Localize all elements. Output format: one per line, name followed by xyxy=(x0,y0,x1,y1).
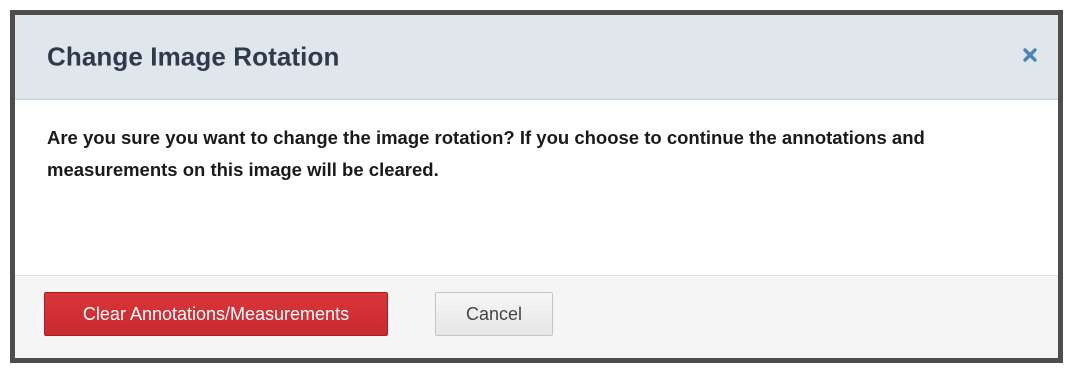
dialog-title: Change Image Rotation xyxy=(47,41,340,72)
page-backdrop: Change Image Rotation Are you sure you w… xyxy=(0,0,1075,373)
dialog-body: Are you sure you want to change the imag… xyxy=(15,100,1058,276)
dialog-header: Change Image Rotation xyxy=(15,15,1058,100)
dialog-footer: Clear Annotations/Measurements Cancel xyxy=(15,276,1058,358)
close-icon xyxy=(1022,47,1038,68)
clear-annotations-button[interactable]: Clear Annotations/Measurements xyxy=(44,292,388,336)
cancel-button[interactable]: Cancel xyxy=(435,292,553,336)
close-button[interactable] xyxy=(1016,43,1044,71)
dialog-message: Are you sure you want to change the imag… xyxy=(47,127,925,180)
change-image-rotation-dialog: Change Image Rotation Are you sure you w… xyxy=(10,10,1063,363)
